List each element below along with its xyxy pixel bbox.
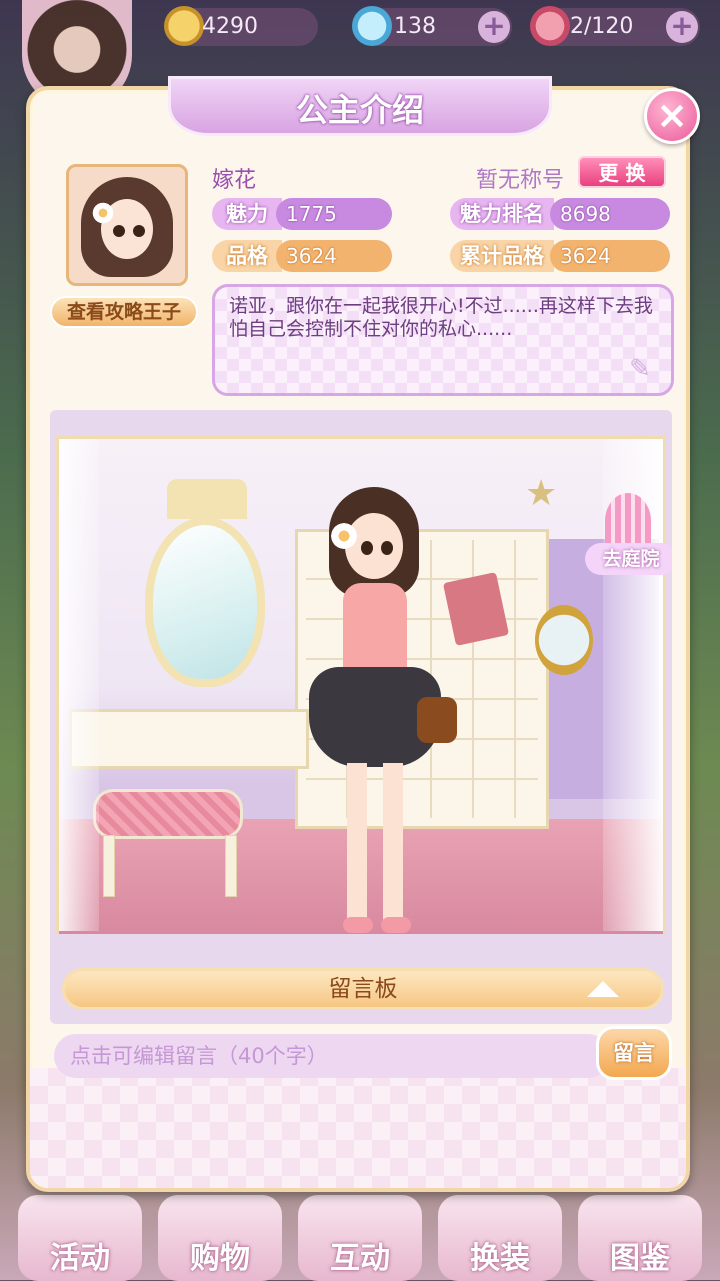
stamina-value: 2/120 xyxy=(570,14,634,39)
room-scene: ★ 去庭院 留言板 xyxy=(50,410,672,1024)
bio-box[interactable]: 诺亚，跟你在一起我很开心!不过......再这样下去我怕自己会控制不住对你的私心… xyxy=(212,284,674,396)
portrait-eye xyxy=(113,225,125,237)
nav-shop[interactable]: 购物 xyxy=(158,1195,282,1281)
coin-counter: 4290 xyxy=(164,6,318,46)
curtain-left xyxy=(59,439,99,931)
room-background: ★ 去庭院 xyxy=(56,436,672,934)
charm-label: 魅力 xyxy=(212,198,282,230)
chevron-up-icon xyxy=(587,981,619,997)
message-input[interactable] xyxy=(54,1034,610,1078)
princess-info-panel: 查看攻略王子 嫁花 暂无称号 更 换 魅力 1775 魅力排名 8698 品格 … xyxy=(26,86,690,1192)
nav-activity-label: 活动 xyxy=(50,1241,110,1276)
character-value: 3624 xyxy=(276,240,392,272)
bag-icon xyxy=(417,697,457,743)
charm-stat: 魅力 1775 xyxy=(212,198,394,230)
mirror-crown xyxy=(167,479,247,519)
pencil-icon[interactable]: ✎ xyxy=(629,355,657,383)
princess-portrait xyxy=(66,164,188,286)
princess-name: 嫁花 xyxy=(212,168,257,193)
rose-icon xyxy=(530,6,570,46)
panel-pattern xyxy=(30,1068,686,1188)
total-character-label: 累计品格 xyxy=(450,240,554,272)
flower-icon xyxy=(91,201,115,225)
nav-dressup-label: 换装 xyxy=(470,1241,530,1276)
charm-rank-value: 8698 xyxy=(550,198,670,230)
diamond-counter: 138 + xyxy=(352,6,512,46)
add-diamond-button[interactable]: + xyxy=(478,11,510,43)
stool xyxy=(93,789,243,839)
character-label: 品格 xyxy=(212,240,282,272)
bottom-nav: 活动 购物 互动 换装 图鉴 xyxy=(0,1185,720,1281)
change-title-button[interactable]: 更 换 xyxy=(578,156,666,188)
vanity-mirror xyxy=(145,517,265,687)
princess-character xyxy=(299,487,510,957)
princess-title: 暂无称号 xyxy=(476,168,565,193)
nav-interact-label: 互动 xyxy=(330,1241,390,1276)
charm-value: 1775 xyxy=(276,198,392,230)
hair-flower-icon xyxy=(329,521,359,551)
stool-leg xyxy=(103,835,115,897)
message-board-toggle[interactable]: 留言板 xyxy=(62,968,664,1010)
send-message-button[interactable]: 留言 xyxy=(596,1026,672,1080)
nav-dressup[interactable]: 换装 xyxy=(438,1195,562,1281)
nav-interact[interactable]: 互动 xyxy=(298,1195,422,1281)
message-board-label: 留言板 xyxy=(328,976,398,1002)
total-character-stat: 累计品格 3624 xyxy=(450,240,672,272)
coin-icon xyxy=(164,6,204,46)
courtyard-label: 去庭院 xyxy=(585,543,672,575)
nav-activity[interactable]: 活动 xyxy=(18,1195,142,1281)
diamond-value: 138 xyxy=(394,14,436,39)
coin-value: 4290 xyxy=(202,14,258,39)
add-stamina-button[interactable]: + xyxy=(666,11,698,43)
courtyard-button[interactable]: 去庭院 xyxy=(585,493,672,579)
total-character-value: 3624 xyxy=(550,240,670,272)
top-bar: 4290 138 + 2/120 + xyxy=(0,0,720,110)
nav-catalog[interactable]: 图鉴 xyxy=(578,1195,702,1281)
diamond-icon xyxy=(352,6,392,46)
nav-catalog-label: 图鉴 xyxy=(610,1241,670,1276)
panel-title-tab: 公主介绍 xyxy=(168,76,552,136)
gazebo-icon xyxy=(605,493,651,549)
nav-shop-label: 购物 xyxy=(190,1241,250,1276)
star-icon: ★ xyxy=(525,473,558,514)
stool-leg xyxy=(225,835,237,897)
portrait-eye xyxy=(133,225,145,237)
vanity-table xyxy=(69,709,309,769)
view-prince-button[interactable]: 查看攻略王子 xyxy=(50,296,198,328)
bio-text: 诺亚，跟你在一起我很开心!不过......再这样下去我怕自己会控制不住对你的私心… xyxy=(229,295,653,340)
charm-rank-label: 魅力排名 xyxy=(450,198,554,230)
charm-rank-stat: 魅力排名 8698 xyxy=(450,198,672,230)
character-stat: 品格 3624 xyxy=(212,240,394,272)
close-icon[interactable]: × xyxy=(644,88,700,144)
wall-mirror xyxy=(535,605,593,675)
panel-title: 公主介绍 xyxy=(295,91,424,129)
stamina-counter: 2/120 + xyxy=(530,6,700,46)
